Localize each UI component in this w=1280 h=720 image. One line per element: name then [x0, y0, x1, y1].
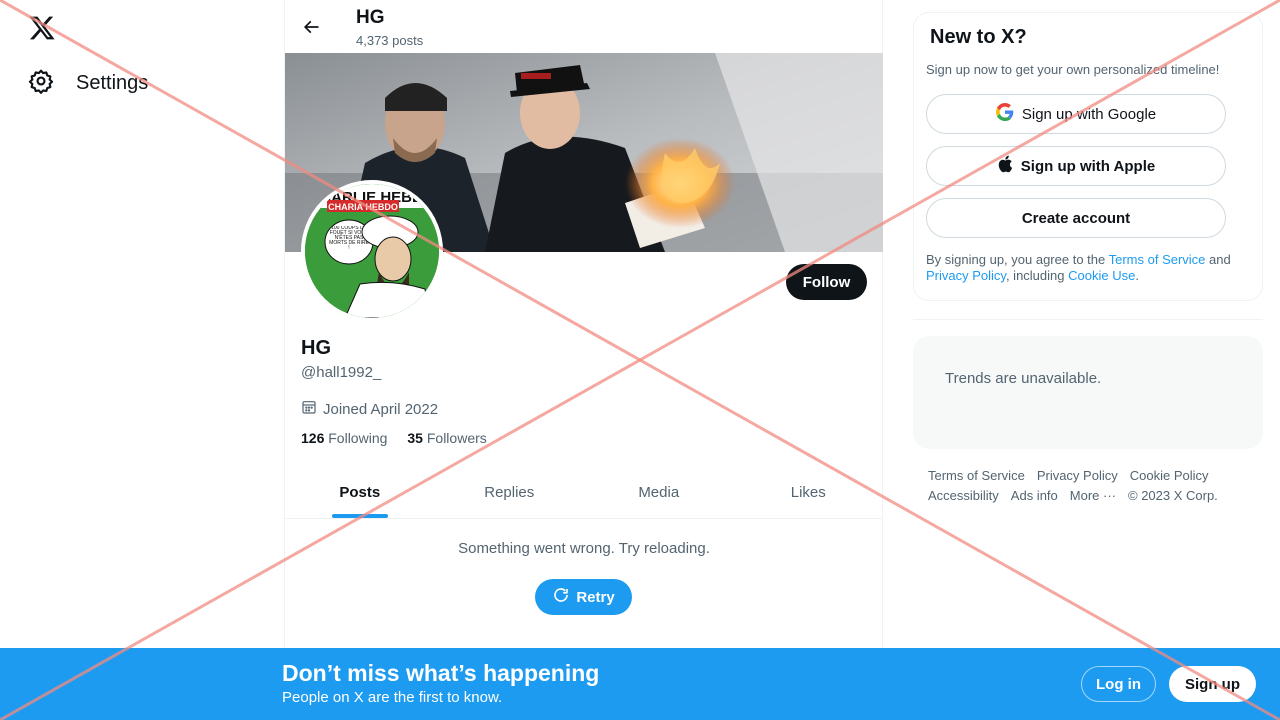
feed-error-message: Something went wrong. Try reloading. [458, 540, 710, 557]
follow-stats: 126 Following 35 Followers [301, 430, 487, 446]
signup-card: New to X? Sign up now to get your own pe… [913, 12, 1263, 301]
following-label: Following [328, 430, 388, 446]
followers-label: Followers [426, 430, 487, 446]
google-icon [995, 103, 1014, 125]
retry-button[interactable]: Retry [535, 579, 632, 615]
gear-icon [28, 68, 54, 99]
privacy-policy-link[interactable]: Privacy Policy [926, 268, 1006, 283]
avatar-subtitle: CHARIA HEBDO [328, 202, 398, 212]
bottom-bar-subtitle: People on X are the first to know. [282, 689, 503, 706]
header-post-count: 4,373 posts [356, 33, 424, 48]
right-column-divider [913, 319, 1263, 320]
tab-posts-label: Posts [339, 483, 381, 501]
followers-stat[interactable]: 35 Followers [407, 430, 486, 446]
bottom-bar-title: Don’t miss what’s happening [282, 660, 600, 686]
tab-replies[interactable]: Replies [435, 466, 585, 518]
tab-replies-label: Replies [484, 483, 535, 501]
signup-apple-button[interactable]: Sign up with Apple [926, 146, 1226, 186]
signup-button[interactable]: Sign up [1169, 666, 1256, 702]
refresh-icon [552, 586, 570, 608]
tab-active-indicator [331, 514, 388, 518]
footer-link-accessibility[interactable]: Accessibility [928, 488, 999, 503]
joined-text: Joined April 2022 [323, 400, 439, 418]
tab-likes[interactable]: Likes [734, 466, 884, 518]
signup-apple-label: Sign up with Apple [1020, 157, 1156, 175]
joined-date: Joined April 2022 [301, 399, 438, 419]
terms-prefix: By signing up, you agree to the [926, 252, 1109, 267]
header-title: HG [356, 7, 385, 28]
create-account-button[interactable]: Create account [926, 198, 1226, 238]
calendar-icon [301, 399, 317, 419]
nav-settings-label: Settings [76, 72, 149, 94]
signup-card-subtitle: Sign up now to get your own personalized… [926, 62, 1220, 77]
follow-button[interactable]: Follow [786, 264, 867, 300]
cookie-use-link[interactable]: Cookie Use [1068, 268, 1135, 283]
terms-including: , including [1005, 268, 1069, 283]
profile-handle: @hall1992_ [301, 364, 382, 381]
signup-google-button[interactable]: Sign up with Google [926, 94, 1226, 134]
retry-label: Retry [576, 588, 615, 606]
tab-media-label: Media [638, 483, 680, 501]
footer-link-more[interactable]: More ··· [1070, 488, 1116, 503]
profile-header-bar: HG 4,373 posts [285, 0, 883, 53]
footer-links: Terms of Service Privacy Policy Cookie Pol… [928, 466, 1258, 506]
profile-tabs: Posts Replies Media Likes [285, 466, 883, 519]
main-column: HG 4,373 posts CHARLIE HEBDO CHARIA HEBD… [284, 0, 883, 720]
back-arrow-icon[interactable] [299, 15, 323, 39]
following-count: 126 [301, 430, 325, 446]
profile-name: HG [301, 337, 331, 359]
left-nav: Settings [0, 0, 284, 720]
terms-and: and [1205, 252, 1231, 267]
footer-link-terms[interactable]: Terms of Service [928, 468, 1025, 483]
apple-icon [997, 155, 1013, 177]
nav-settings-link[interactable]: Settings [28, 68, 148, 99]
trends-unavailable-text: Trends are unavailable. [945, 370, 1102, 387]
signup-terms: By signing up, you agree to the Terms of… [926, 252, 1256, 284]
footer-link-cookie[interactable]: Cookie Policy [1130, 468, 1209, 483]
terms-of-service-link[interactable]: Terms of Service [1109, 252, 1206, 267]
footer-copyright: © 2023 X Corp. [1128, 488, 1218, 503]
trends-panel: Trends are unavailable. [913, 336, 1263, 449]
login-button[interactable]: Log in [1081, 666, 1156, 702]
signup-card-title: New to X? [930, 26, 1027, 48]
followers-count: 35 [407, 430, 423, 446]
create-account-label: Create account [1021, 209, 1131, 227]
footer-link-privacy[interactable]: Privacy Policy [1037, 468, 1118, 483]
x-logo-icon[interactable] [28, 14, 56, 42]
following-stat[interactable]: 126 Following [301, 430, 387, 446]
signup-google-label: Sign up with Google [1021, 105, 1157, 123]
signup-prompt-bar: Don’t miss what’s happening People on X … [0, 648, 1280, 720]
tab-posts[interactable]: Posts [285, 466, 435, 518]
terms-end: . [1135, 268, 1139, 283]
footer-link-ads-info[interactable]: Ads info [1011, 488, 1058, 503]
profile-avatar[interactable]: CHARLIE HEBDO CHARIA HEBDO 100 COUPS DE … [301, 180, 443, 322]
tab-media[interactable]: Media [584, 466, 734, 518]
tab-likes-label: Likes [790, 483, 826, 501]
